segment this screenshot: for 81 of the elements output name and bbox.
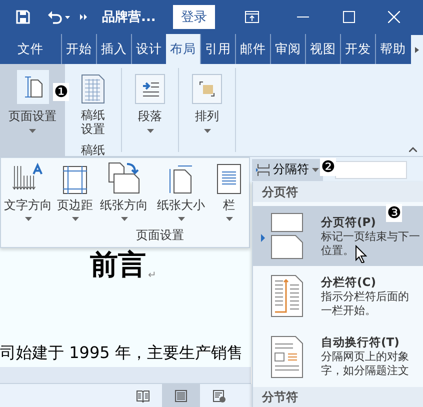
arrange-button[interactable]: 排列 [182,68,232,134]
item-description: 分隔网页上的对象 [321,350,409,364]
item-description: 标记一页结束与下一 [321,230,420,244]
button-label: 页边距 [57,197,93,214]
document-text: 司始建于 1995 年，主要生产销售 [0,343,243,363]
caret-icon [120,217,128,221]
caret-icon [226,217,232,221]
menu-item[interactable]: 自动换行符(T) 分隔网页上的对象 字，如分隔题注文 [253,326,423,387]
paragraph-button[interactable]: 段落 [125,68,175,134]
collapse-ribbon-icon[interactable] [409,147,417,152]
ribbon-display-icon[interactable] [244,11,259,23]
page-break-icon [271,213,303,260]
item-title: 分栏符(C) [321,274,376,289]
page-icon [22,76,42,98]
group-label: 稿纸 [81,142,105,159]
arrow-right-icon [415,46,419,52]
item-description: 位置。 [321,244,354,258]
save-icon[interactable] [16,10,30,24]
ribbon-tab[interactable]: 布局 [166,34,200,64]
breaks-icon [256,162,270,176]
item-title: 自动换行符(T) [321,335,400,350]
orientation-icon [108,162,140,194]
section-header: 分节符 [253,387,423,407]
button-label: 纸张方向 [100,197,148,214]
step-badge: ❶ [53,83,70,101]
margins-button[interactable]: 页边距 [55,158,95,226]
paragraph-mark: ↵ [148,270,156,281]
undo-icon[interactable] [47,10,71,24]
close-icon[interactable] [388,11,400,23]
more-icon[interactable] [80,13,88,21]
web-layout-icon[interactable] [212,388,226,402]
item-description: 一栏开始。 [321,304,376,318]
button-label: 排列 [195,108,219,125]
maximize-icon[interactable] [342,11,355,23]
group-label: 页面设置 [136,227,184,244]
column-break-icon [271,275,303,318]
orientation-button[interactable]: 纸张方向 [95,158,153,226]
section-header: 分页符 [253,182,423,202]
grid-paper-button[interactable]: 稿纸设置 [68,68,118,138]
item-description: 指示分栏符后面的 [321,290,409,304]
margins-icon [63,166,87,194]
arrange-icon [192,74,222,104]
item-title: 分页符(P) [321,214,376,229]
step-badge: ❷ [320,158,336,176]
button-label: 稿纸设置 [80,108,106,137]
caret-icon [204,129,210,133]
button-label: 页面设置 [8,108,56,125]
columns-icon [217,164,241,194]
menu-item[interactable]: 分栏符(C) 指示分栏符后面的 一栏开始。 [253,266,423,327]
caret-icon [312,168,319,172]
columns-button[interactable]: 栏 [209,158,249,226]
caret-icon [29,129,36,133]
text-wrap-icon [271,336,303,378]
scroll-tabs-button[interactable] [411,35,423,64]
print-layout-icon[interactable] [174,388,188,402]
button-label: 文字方向 [4,197,52,214]
size-button[interactable]: 纸张大小 [153,158,209,226]
grid-paper-icon [81,74,105,104]
arrow-right-icon [261,234,265,242]
document-heading: 前言 [90,249,146,281]
text-direction-button[interactable]: 文字方向 [1,158,55,226]
step-badge: ❸ [386,204,402,222]
caret-icon [178,217,184,221]
paper-size-icon [169,164,193,194]
mouse-pointer-icon [355,245,367,263]
button-label: 纸张大小 [157,197,205,214]
ribbon-tab[interactable]: 文件 [0,34,61,64]
minimize-icon[interactable] [296,16,309,18]
input-field[interactable] [335,160,407,178]
indent-icon [135,74,165,104]
login-button[interactable]: 登录 [172,5,215,29]
caret-icon [146,129,154,133]
button-label: 栏 [223,197,235,214]
scrollbar-track[interactable] [0,367,251,384]
breaks-button[interactable]: 分隔符 [252,158,323,180]
caret-icon [24,217,32,221]
caret-icon [72,217,78,221]
read-mode-icon[interactable] [136,388,150,402]
item-description: 字，如分隔题注文 [321,364,409,378]
button-label: 段落 [138,108,162,125]
document-title: 品牌营... [102,9,156,26]
